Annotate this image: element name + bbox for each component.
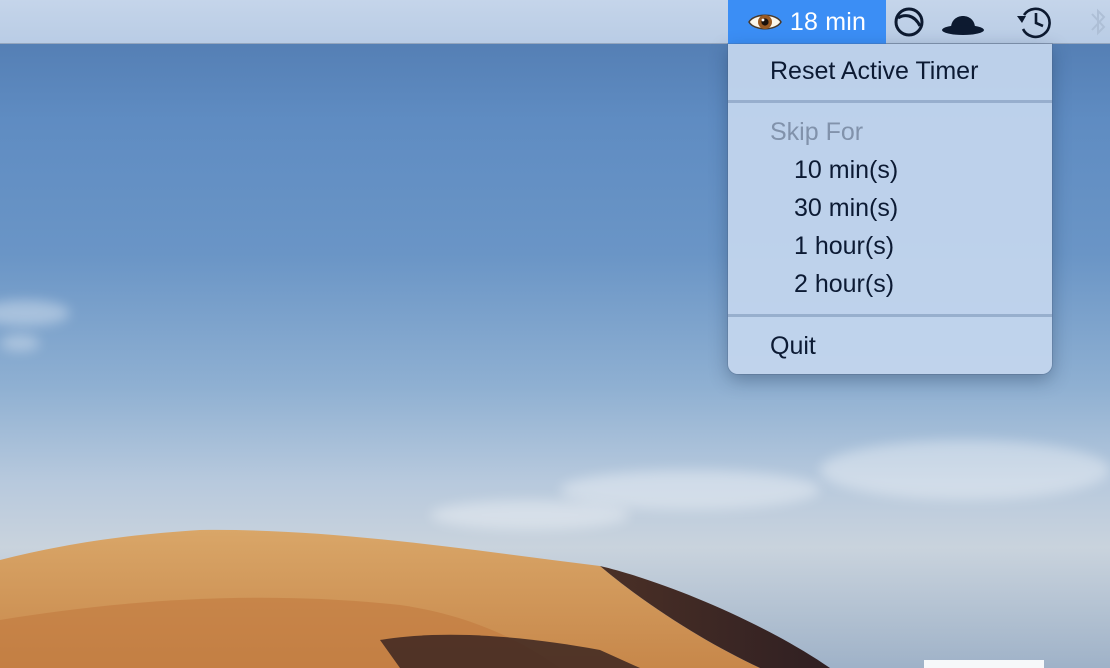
menu-separator [728, 100, 1052, 103]
menu-separator [728, 314, 1052, 317]
timer-dropdown-menu: Reset Active Timer Skip For 10 min(s) 30… [728, 44, 1052, 374]
bluetooth-icon [1091, 8, 1106, 36]
time-machine-icon [1017, 7, 1051, 39]
skip-1-hour-item[interactable]: 1 hour(s) [728, 227, 1052, 265]
eye-icon [748, 14, 782, 30]
bowler-hat-status-item[interactable] [938, 0, 988, 44]
bowler-hat-icon [942, 16, 984, 35]
timer-status-item[interactable]: 18 min [728, 0, 886, 44]
skip-30-min-item[interactable]: 30 min(s) [728, 189, 1052, 227]
timer-label: 18 min [789, 7, 867, 36]
reset-active-timer-item[interactable]: Reset Active Timer [728, 52, 1052, 90]
time-machine-status-item[interactable] [1010, 0, 1058, 44]
circle-slash-status-item[interactable] [890, 0, 928, 44]
skip-2-hour-item[interactable]: 2 hour(s) [728, 265, 1052, 303]
quit-item[interactable]: Quit [728, 327, 1052, 365]
circle-slash-icon [894, 7, 924, 37]
skip-10-min-item[interactable]: 10 min(s) [728, 151, 1052, 189]
skip-for-header: Skip For [770, 118, 864, 146]
menu-bar: 18 min [0, 0, 1110, 44]
bluetooth-status-item[interactable] [1088, 0, 1110, 44]
